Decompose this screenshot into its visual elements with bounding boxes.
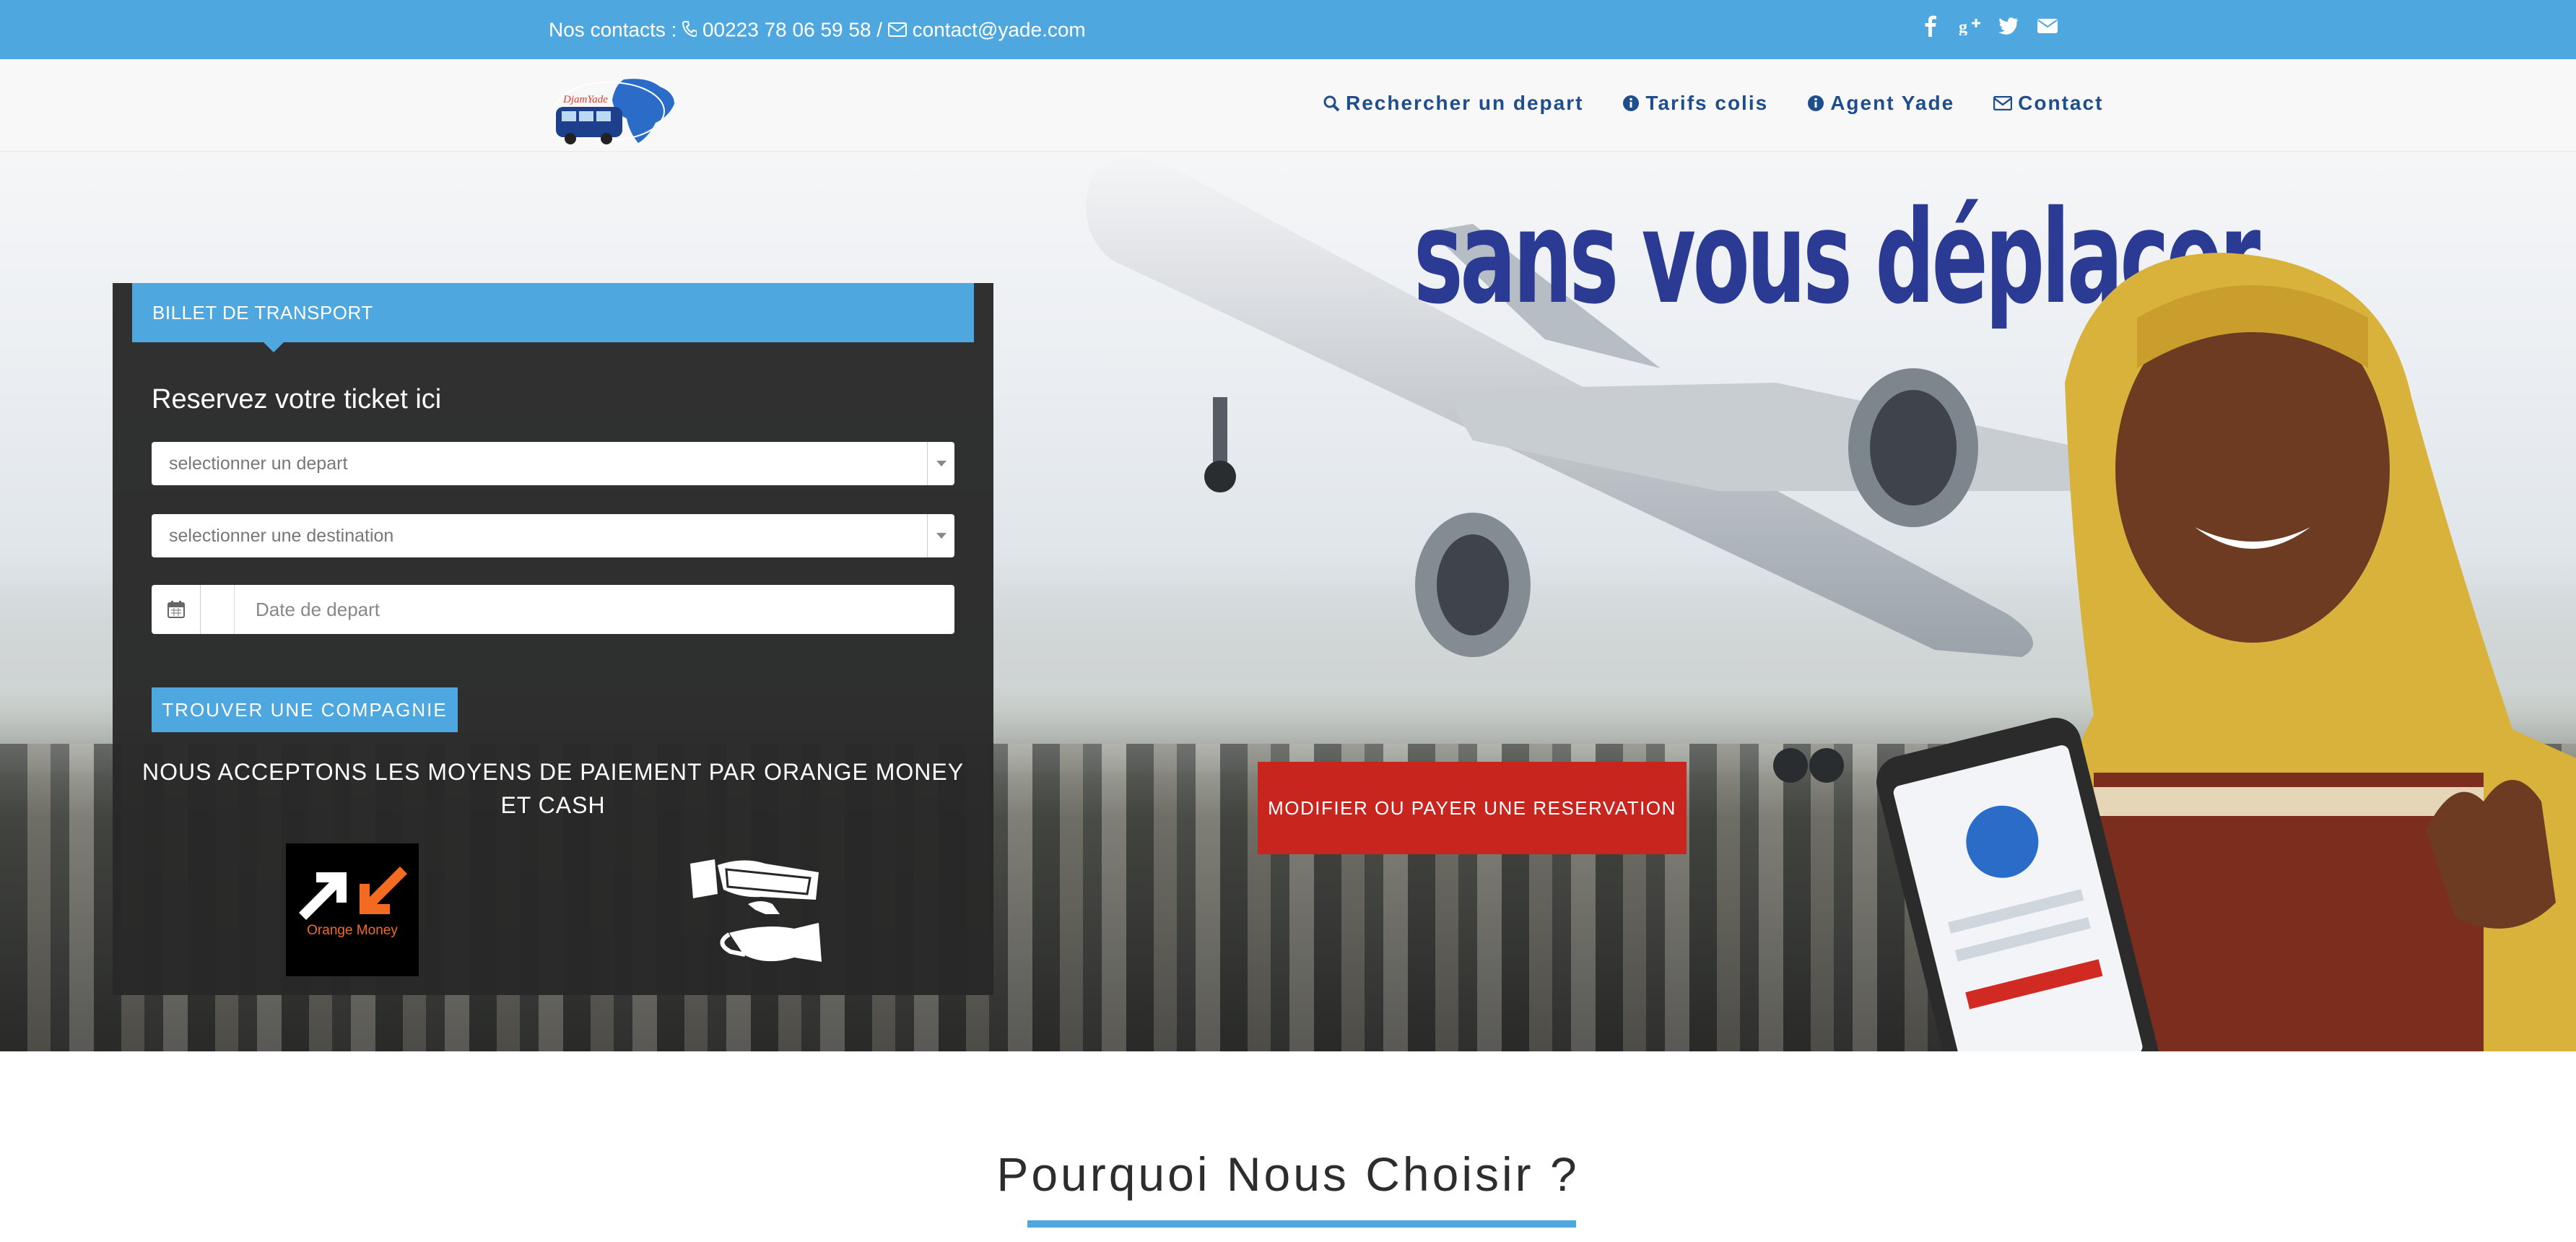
chevron-down-icon[interactable] [927, 442, 954, 485]
google-plus-icon[interactable]: g [1958, 13, 1981, 39]
nav-agent-yade[interactable]: Agent Yade [1807, 92, 1954, 115]
orange-money-label: Orange Money [307, 923, 398, 938]
nav-label: Rechercher un depart [1346, 92, 1584, 114]
nav-tarifs-colis[interactable]: Tarifs colis [1622, 92, 1768, 115]
social-links: g [1919, 13, 2059, 39]
date-input-group [152, 585, 954, 634]
booking-panel: BILLET DE TRANSPORT Reservez votre ticke… [113, 283, 993, 995]
nav-label: Tarifs colis [1645, 92, 1769, 114]
chevron-down-icon[interactable] [927, 514, 954, 557]
date-depart-input[interactable] [235, 585, 950, 634]
facebook-icon[interactable] [1919, 13, 1942, 39]
section-title: Pourquoi Nous Choisir ? [996, 1147, 1580, 1201]
booking-form-title: Reservez votre ticket ici [152, 384, 442, 414]
woman-with-phone-image [1876, 253, 2576, 1051]
main-navbar: DjamYade Rechercher un depart Tarifs col… [0, 59, 2576, 152]
contacts-label: Nos contacts : [549, 18, 683, 41]
contact-email[interactable]: contact@yade.com [913, 19, 1086, 41]
phone-icon [682, 19, 702, 41]
nav-contact[interactable]: Contact [1993, 92, 2103, 115]
svg-text:g: g [1959, 18, 1967, 35]
payment-methods-note: NOUS ACCEPTONS LES MOYENS DE PAIEMENT PA… [142, 759, 965, 818]
envelope-icon [887, 19, 913, 41]
phone-number[interactable]: 00223 78 06 59 58 [702, 19, 871, 41]
info-circle-icon [1623, 95, 1640, 111]
destination-placeholder: selectionner une destination [169, 526, 394, 546]
info-circle-icon [1808, 95, 1824, 111]
nav-label: Contact [2018, 92, 2104, 114]
nav-rechercher-depart[interactable]: Rechercher un depart [1323, 92, 1583, 115]
depart-placeholder: selectionner un depart [169, 453, 348, 474]
contact-info: Nos contacts : 00223 78 06 59 58 / conta… [549, 14, 1086, 45]
site-logo[interactable]: DjamYade [552, 75, 679, 147]
section-title-underline [1027, 1220, 1576, 1228]
cash-payment-icon [690, 859, 822, 962]
depart-select[interactable]: selectionner un depart [152, 442, 954, 485]
destination-select[interactable]: selectionner une destination [152, 514, 954, 557]
tab-label: BILLET DE TRANSPORT [152, 302, 373, 323]
calendar-icon[interactable] [152, 585, 201, 634]
tab-billet-de-transport[interactable]: BILLET DE TRANSPORT [132, 283, 974, 352]
envelope-icon [1993, 96, 2013, 110]
input-divider [234, 585, 235, 634]
logo-text: DjamYade [562, 94, 608, 105]
twitter-icon[interactable] [1997, 13, 2020, 39]
contact-separator: / [871, 18, 888, 41]
nav-label: Agent Yade [1830, 92, 1955, 114]
top-contact-bar: Nos contacts : 00223 78 06 59 58 / conta… [0, 0, 2576, 59]
tab-caret [264, 342, 284, 352]
mail-icon[interactable] [2036, 13, 2059, 39]
find-company-button[interactable]: TROUVER UNE COMPAGNIE [152, 687, 458, 732]
page: Nos contacts : 00223 78 06 59 58 / conta… [0, 0, 2576, 1242]
orange-money-logo: Orange Money [286, 843, 419, 976]
main-nav: Rechercher un depart Tarifs colis Agent … [1323, 92, 2103, 115]
search-icon [1323, 95, 1340, 112]
modify-or-pay-reservation-button[interactable]: MODIFIER OU PAYER UNE RESERVATION [1258, 762, 1687, 854]
